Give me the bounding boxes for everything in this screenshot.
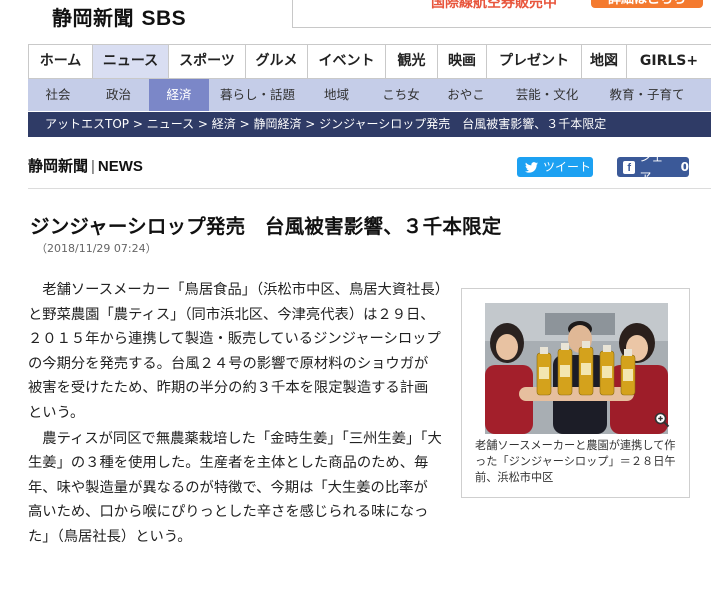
- zoom-icon[interactable]: [654, 412, 670, 428]
- tab-news[interactable]: ニュース: [92, 45, 168, 79]
- article-date: （2018/11/29 07:24）: [36, 242, 157, 255]
- share-label: シェア: [639, 150, 664, 184]
- facebook-share-button[interactable]: f シェア 0: [617, 150, 689, 184]
- site-header: 静岡新聞 SBS 国際線航空券販売中 詳細はこちら: [0, 0, 711, 38]
- subnav-kochijo[interactable]: こち女: [367, 79, 435, 111]
- section-divider: [28, 188, 711, 189]
- tab-girls[interactable]: GIRLS+: [626, 45, 711, 79]
- tweet-button[interactable]: ツイート: [517, 157, 593, 177]
- article-paragraph: 農ティスが同区で無農薬栽培した「金時生姜」「三州生姜」「大生姜」の３種を使用した…: [28, 430, 442, 545]
- article-photo-box: 老舗ソースメーカーと農園が連携して作った「ジンジャーシロップ」＝２８日午前、浜松…: [461, 288, 690, 498]
- subnav-politics[interactable]: 政治: [88, 79, 149, 111]
- breadcrumb[interactable]: アットエスTOP > ニュース > 経済 > 静岡経済 > ジンジャーシロップ発…: [28, 112, 711, 137]
- logo-text: 静岡新聞: [52, 6, 134, 30]
- news-brand-news: NEWS: [97, 158, 143, 175]
- promo-details-button[interactable]: 詳細はこちら: [591, 0, 703, 8]
- logo-sbs: SBS: [141, 7, 187, 30]
- news-brand-name: 静岡新聞: [28, 157, 89, 175]
- tab-gourmet[interactable]: グルメ: [245, 45, 307, 79]
- sub-nav: 社会 政治 経済 暮らし・話題 地域 こち女 おやこ 芸能・文化 教育・子育て: [28, 79, 711, 111]
- subnav-society[interactable]: 社会: [28, 79, 88, 111]
- news-brand: 静岡新聞 | NEWS: [28, 155, 143, 176]
- photo-caption: 老舗ソースメーカーと農園が連携して作った「ジンジャーシロップ」＝２８日午前、浜松…: [475, 439, 676, 484]
- article-body: 老舗ソースメーカー「鳥居食品」（浜松市中区、鳥居大資社長）と野菜農園「農ティス」…: [28, 278, 442, 551]
- twitter-bird-icon: [525, 161, 538, 173]
- site-logo[interactable]: 静岡新聞 SBS: [52, 2, 186, 31]
- article-photo[interactable]: [485, 303, 668, 434]
- subnav-economy[interactable]: 経済: [149, 79, 209, 111]
- photo-illustration: [485, 303, 668, 434]
- share-count: 0: [680, 160, 689, 174]
- tab-movies[interactable]: 映画: [437, 45, 486, 79]
- tab-home[interactable]: ホーム: [28, 45, 92, 79]
- subnav-education[interactable]: 教育・子育て: [597, 79, 697, 111]
- news-brand-separator: |: [91, 158, 95, 175]
- tab-sightseeing[interactable]: 観光: [385, 45, 437, 79]
- tab-map[interactable]: 地図: [581, 45, 626, 79]
- main-nav: ホーム ニュース スポーツ グルメ イベント 観光 映画 プレゼント 地図 GI…: [28, 44, 711, 79]
- subnav-entertainment[interactable]: 芸能・文化: [497, 79, 597, 111]
- tweet-label: ツイート: [543, 160, 592, 174]
- tab-event[interactable]: イベント: [307, 45, 385, 79]
- subnav-oyako[interactable]: おやこ: [435, 79, 497, 111]
- subnav-lifestyle[interactable]: 暮らし・話題: [209, 79, 306, 111]
- promo-text: 国際線航空券販売中: [431, 0, 557, 11]
- facebook-icon: f: [623, 160, 636, 174]
- article-paragraph: 老舗ソースメーカー「鳥居食品」（浜松市中区、鳥居大資社長）と野菜農園「農ティス」…: [28, 282, 442, 421]
- promo-banner[interactable]: 国際線航空券販売中 詳細はこちら: [292, 0, 711, 28]
- article-headline: ジンジャーシロップ発売 台風被害影響、３千本限定: [30, 215, 502, 238]
- tab-sports[interactable]: スポーツ: [168, 45, 245, 79]
- subnav-region[interactable]: 地域: [306, 79, 367, 111]
- tab-present[interactable]: プレゼント: [486, 45, 581, 79]
